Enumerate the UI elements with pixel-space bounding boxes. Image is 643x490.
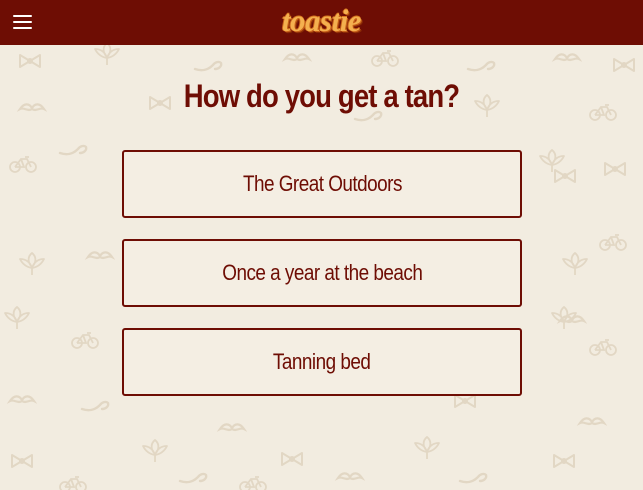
top-bar: toastie xyxy=(0,0,643,45)
answer-label: Once a year at the beach xyxy=(221,260,423,285)
page: toastie How do you get a tan? The Great … xyxy=(0,0,643,490)
answer-option-great-outdoors[interactable]: The Great Outdoors xyxy=(122,150,522,218)
answer-label: Tanning bed xyxy=(273,349,371,374)
question-title: How do you get a tan? xyxy=(183,78,460,114)
logo[interactable]: toastie xyxy=(0,3,643,39)
answer-option-beach[interactable]: Once a year at the beach xyxy=(122,239,522,307)
answer-label: The Great Outdoors xyxy=(242,171,402,196)
answer-option-tanning-bed[interactable]: Tanning bed xyxy=(122,328,522,396)
